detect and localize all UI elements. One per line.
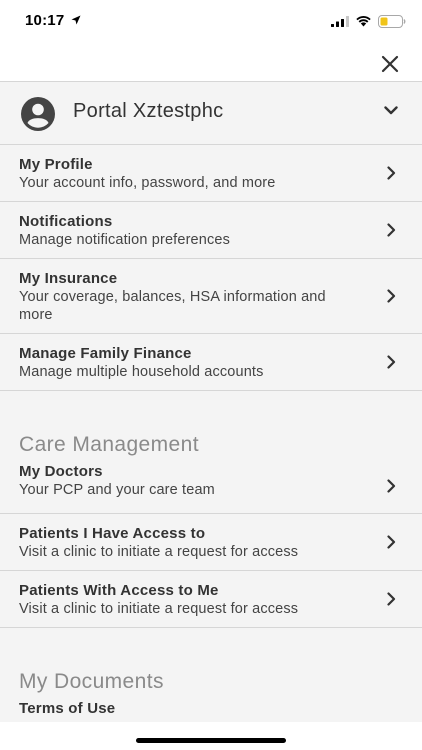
chevron-down-icon[interactable] xyxy=(384,106,398,115)
menu-item-title: My Profile xyxy=(19,156,93,173)
menu-item-patients-with-access-to-me[interactable]: Patients With Access to Me Visit a clini… xyxy=(0,571,422,628)
menu-item-title: Patients I Have Access to xyxy=(19,525,206,542)
menu-item-subtitle: Your account info, password, and more xyxy=(19,175,276,191)
menu-item-subtitle: Manage notification preferences xyxy=(19,232,230,248)
menu-item-my-insurance[interactable]: My Insurance Your coverage, balances, HS… xyxy=(0,259,422,334)
menu-item-terms-of-use[interactable]: Terms of Use xyxy=(0,696,422,722)
menu-item-title: My Doctors xyxy=(19,463,103,480)
chevron-right-icon xyxy=(387,592,396,606)
menu-item-subtitle: Visit a clinic to initiate a request for… xyxy=(19,601,299,617)
menu-item-title: Patients With Access to Me xyxy=(19,582,219,599)
chevron-right-icon xyxy=(387,289,396,303)
chevron-right-icon xyxy=(387,223,396,237)
battery-icon xyxy=(378,15,406,28)
section-header-care-management: Care Management xyxy=(19,433,199,456)
menu-item-subtitle: Visit a clinic to initiate a request for… xyxy=(19,544,299,560)
menu-item-title: My Insurance xyxy=(19,270,118,287)
cellular-signal-icon xyxy=(331,16,349,27)
chevron-right-icon xyxy=(387,535,396,549)
menu-item-my-profile[interactable]: My Profile Your account info, password, … xyxy=(0,145,422,202)
wifi-icon xyxy=(356,16,371,27)
section-header-my-documents: My Documents xyxy=(19,670,164,693)
close-icon[interactable] xyxy=(380,54,400,74)
chevron-right-icon xyxy=(387,479,396,493)
menu-item-subtitle: Your coverage, balances, HSA information… xyxy=(19,289,326,323)
menu-item-title: Manage Family Finance xyxy=(19,345,192,362)
menu-item-subtitle: Manage multiple household accounts xyxy=(19,364,264,380)
user-circle-icon xyxy=(21,97,55,131)
account-switcher[interactable]: Portal Xztestphc xyxy=(0,82,422,145)
menu-item-notifications[interactable]: Notifications Manage notification prefer… xyxy=(0,202,422,259)
menu-item-patients-i-have-access-to[interactable]: Patients I Have Access to Visit a clinic… xyxy=(0,514,422,571)
chevron-right-icon xyxy=(387,166,396,180)
menu-item-my-doctors[interactable]: My Doctors Your PCP and your care team xyxy=(0,459,422,514)
menu-item-title: Notifications xyxy=(19,213,113,230)
menu-content: Portal Xztestphc My Profile Your account… xyxy=(0,82,422,722)
location-arrow-icon xyxy=(71,15,81,25)
home-indicator[interactable] xyxy=(136,738,286,743)
status-bar: 10:17 xyxy=(0,0,422,44)
menu-item-title: Terms of Use xyxy=(19,700,116,717)
account-name: Portal Xztestphc xyxy=(73,100,224,122)
status-time: 10:17 xyxy=(25,12,65,29)
top-bar xyxy=(0,44,422,82)
menu-item-manage-family-finance[interactable]: Manage Family Finance Manage multiple ho… xyxy=(0,334,422,391)
menu-item-subtitle: Your PCP and your care team xyxy=(19,482,215,498)
chevron-right-icon xyxy=(387,355,396,369)
home-indicator-area xyxy=(0,722,422,750)
